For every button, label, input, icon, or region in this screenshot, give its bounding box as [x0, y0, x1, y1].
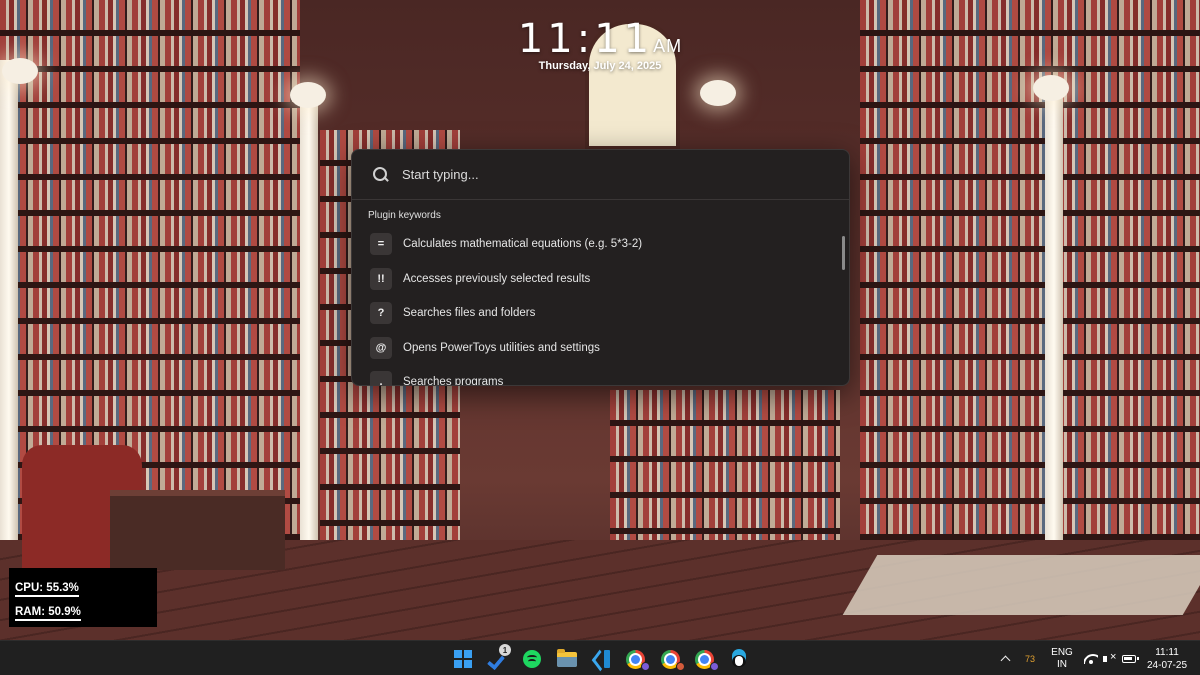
taskbar-apps: 1	[448, 644, 755, 673]
result-item[interactable]: ? Searches files and folders	[352, 296, 849, 331]
pillar-left	[0, 60, 18, 560]
folder-icon	[556, 648, 577, 667]
cpu-usage: CPU: 55.3%	[15, 582, 79, 597]
ram-usage: RAM: 50.9%	[15, 606, 81, 621]
lamp-right	[1033, 75, 1069, 101]
bookshelf-right	[860, 0, 1200, 560]
notification-badge: 1	[499, 644, 511, 656]
file-explorer-button[interactable]	[552, 645, 583, 673]
profile-avatar-icon	[710, 662, 719, 671]
desk	[110, 490, 285, 570]
keyword-badge: ?	[370, 302, 392, 325]
result-item[interactable]: . Searches programs	[352, 365, 849, 386]
windows-logo-icon	[454, 650, 473, 668]
search-icon	[372, 166, 390, 184]
result-item[interactable]: !! Accesses previously selected results	[352, 262, 849, 297]
lamp-center-right	[700, 80, 736, 106]
chevron-up-icon	[1000, 655, 1010, 666]
keyword-badge: !!	[370, 267, 392, 290]
start-button[interactable]	[448, 645, 479, 673]
vscode-app-button[interactable]	[586, 645, 617, 673]
chrome-profile-3-button[interactable]	[690, 645, 721, 673]
temperature-indicator[interactable]: 73	[1020, 641, 1040, 675]
desktop-clock: 11:11AM Thursday, July 24, 2025	[470, 16, 730, 72]
battery-icon	[1122, 654, 1139, 663]
chrome-profile-1-button[interactable]	[621, 645, 652, 673]
scrollbar-thumb[interactable]	[842, 236, 845, 270]
rug	[842, 555, 1200, 615]
taskbar-date: 24-07-25	[1146, 659, 1188, 671]
quick-settings-button[interactable]	[1082, 641, 1139, 675]
lamp-center-left	[290, 82, 326, 108]
spotify-app-button[interactable]	[517, 645, 548, 673]
clock-ampm: AM	[653, 36, 683, 56]
keyword-badge: .	[370, 371, 392, 385]
penguin-icon	[730, 649, 748, 669]
language-code: ENG	[1051, 646, 1073, 658]
clock-date: Thursday, July 24, 2025	[538, 60, 662, 72]
system-monitor-widget: CPU: 55.3% RAM: 50.9%	[9, 568, 157, 627]
result-description: Opens PowerToys utilities and settings	[403, 341, 600, 354]
lamp-left	[2, 58, 38, 84]
pillar-right	[1045, 90, 1063, 560]
keyword-badge: @	[370, 336, 392, 359]
spotify-icon	[523, 650, 542, 668]
result-description: Searches files and folders	[403, 307, 536, 320]
result-item[interactable]: @ Opens PowerToys utilities and settings	[352, 331, 849, 366]
taskbar-time: 11:11	[1155, 646, 1179, 658]
taskbar: 1 73 ENG IN × 11:11 24-07-25	[0, 640, 1200, 675]
section-title: Plugin keywords	[368, 210, 441, 221]
volume-muted-icon	[1103, 651, 1117, 665]
wifi-icon	[1084, 654, 1098, 664]
result-description: Searches programs	[403, 376, 504, 386]
language-indicator[interactable]: ENG IN	[1048, 641, 1076, 675]
vscode-icon	[592, 650, 611, 668]
taskbar-clock[interactable]: 11:11 24-07-25	[1140, 641, 1194, 675]
run-search-bar	[352, 150, 849, 200]
show-hidden-icons-button[interactable]	[998, 641, 1012, 675]
profile-avatar-icon	[675, 662, 685, 671]
keyword-badge: =	[370, 233, 392, 256]
powertoys-run-window: Plugin keywords = Calculates mathematica…	[351, 149, 850, 386]
search-input[interactable]	[402, 167, 829, 182]
todo-app-button[interactable]: 1	[483, 644, 514, 673]
penguin-app-button[interactable]	[724, 645, 755, 673]
result-item[interactable]: = Calculates mathematical equations (e.g…	[352, 227, 849, 262]
pillar-center-left	[300, 100, 318, 560]
region-code: IN	[1057, 658, 1067, 670]
profile-avatar-icon	[641, 662, 650, 671]
results-list: = Calculates mathematical equations (e.g…	[352, 227, 849, 386]
result-description: Calculates mathematical equations (e.g. …	[403, 238, 643, 251]
clock-time: 11:11	[517, 16, 654, 62]
chrome-profile-2-button[interactable]	[655, 645, 686, 673]
result-description: Accesses previously selected results	[403, 272, 591, 285]
